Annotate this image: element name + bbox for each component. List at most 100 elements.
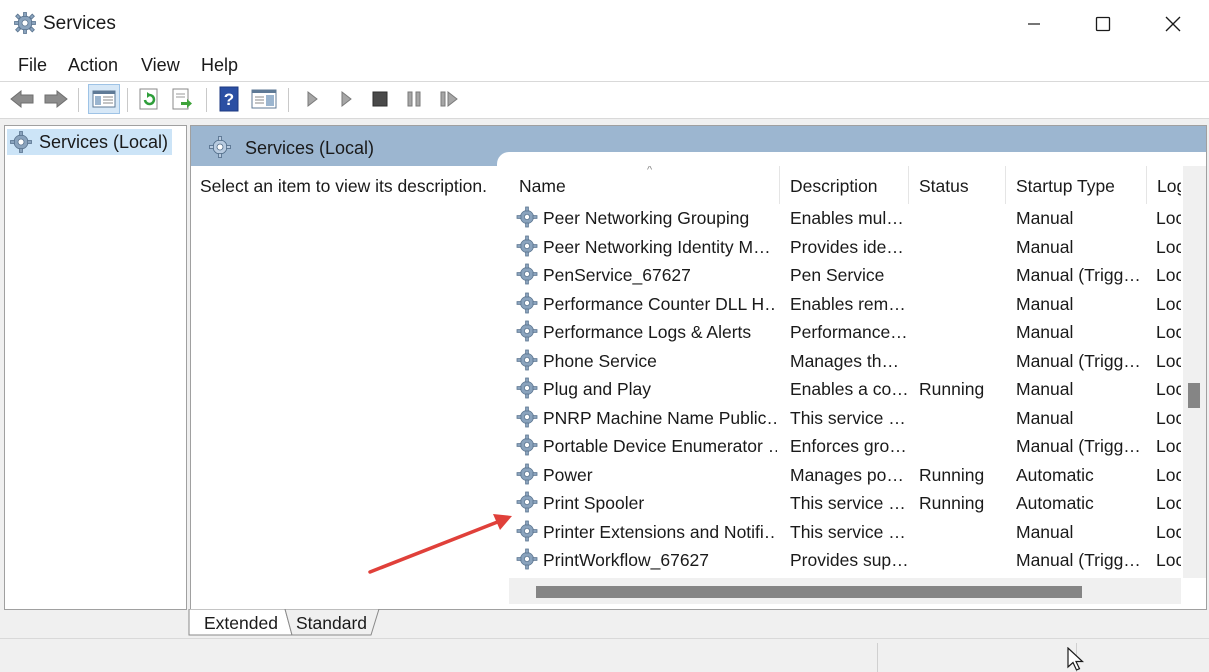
service-description: Pen Service (790, 265, 885, 285)
forward-button[interactable] (42, 85, 70, 113)
menu-file[interactable]: File (18, 55, 47, 76)
vertical-scrollbar[interactable] (1183, 166, 1206, 578)
service-description: Enables rem… (790, 293, 906, 314)
description-panel-text: Select an item to view its description. (200, 176, 487, 196)
table-row[interactable]: Peer Networking Grouping Enables mul… Ma… (509, 203, 1181, 232)
tree-item-services-local[interactable]: Services (Local) (7, 129, 173, 155)
minimize-button[interactable] (999, 0, 1069, 48)
service-name: Power (543, 464, 593, 485)
horizontal-scrollbar-thumb[interactable] (536, 586, 1082, 598)
help-icon: ? (219, 86, 239, 112)
maximize-icon (1095, 16, 1111, 32)
table-row[interactable]: Power Manages po… Running Automatic Loc (509, 460, 1181, 489)
services-gear-icon (10, 131, 32, 153)
properties-icon (251, 89, 277, 109)
service-startup-type: Manual (Trigg… (1016, 350, 1141, 371)
close-icon (1165, 16, 1181, 32)
service-log-on-as: Loc (1156, 350, 1181, 371)
service-startup-type: Manual (1016, 521, 1074, 542)
service-description: This service … (790, 521, 906, 542)
refresh-button[interactable] (135, 85, 163, 113)
service-startup-type: Manual (1016, 407, 1074, 428)
service-description: Provides sup… (790, 550, 909, 570)
show-hide-tree-button[interactable] (88, 84, 120, 114)
services-list: ^ Name Description Status Startup Type L… (509, 166, 1181, 576)
help-button[interactable]: ? (215, 85, 243, 113)
service-log-on-as: Loc (1156, 493, 1181, 513)
forward-arrow-icon (44, 89, 68, 109)
menu-view[interactable]: View (141, 55, 180, 76)
column-header-log-on-as[interactable]: Log (1147, 166, 1181, 204)
pause-service-button[interactable] (400, 85, 428, 113)
resume-service-button[interactable] (435, 85, 463, 113)
service-startup-type: Manual (1016, 379, 1074, 399)
gear-icon (14, 12, 36, 34)
service-gear-icon (516, 377, 538, 399)
pause-service-icon (407, 91, 421, 107)
service-gear-icon (516, 406, 538, 427)
mouse-cursor-icon (1067, 647, 1085, 671)
column-header-description[interactable]: Description (780, 166, 908, 204)
table-row[interactable]: Peer Networking Identity M… Provides ide… (509, 232, 1181, 261)
service-status: Running (919, 493, 985, 513)
service-name: Print Spooler (543, 493, 645, 513)
service-name: PNRP Machine Name Public… (543, 407, 777, 428)
export-list-icon (172, 88, 192, 110)
menu-action[interactable]: Action (68, 55, 118, 76)
service-gear-icon (516, 548, 538, 570)
table-row[interactable]: PrintWorkflow_67627 Provides sup… Manual… (509, 545, 1181, 574)
service-gear-icon (516, 206, 538, 228)
table-row[interactable]: Plug and Play Enables a co… Running Manu… (509, 374, 1181, 403)
table-row[interactable]: PenService_67627 Pen Service Manual (Tri… (509, 260, 1181, 289)
tree-item-label: Services (Local) (39, 131, 169, 152)
service-gear-icon (516, 235, 538, 256)
maximize-button[interactable] (1068, 0, 1138, 48)
service-startup-type: Manual (Trigg… (1016, 265, 1141, 285)
column-header-status[interactable]: Status (909, 166, 1005, 204)
start-service-alt-icon (341, 90, 352, 108)
menu-file-label: File (18, 55, 48, 75)
list-panel-notch (497, 152, 1206, 166)
service-description: Provides ide… (790, 236, 904, 257)
service-gear-icon (516, 320, 538, 342)
vertical-scrollbar-thumb[interactable] (1188, 383, 1200, 408)
service-gear-icon (516, 434, 538, 456)
export-list-button[interactable] (168, 85, 196, 113)
table-row[interactable]: Printer Extensions and Notifi… This serv… (509, 517, 1181, 546)
table-row[interactable]: Portable Device Enumerator … Enforces gr… (509, 431, 1181, 460)
table-row[interactable]: Performance Logs & Alerts Performance… M… (509, 317, 1181, 346)
service-name: Peer Networking Identity M… (543, 236, 771, 257)
service-status: Running (919, 379, 985, 399)
service-name: Phone Service (543, 350, 657, 371)
service-startup-type: Manual (1016, 293, 1074, 314)
service-name: PenService_67627 (543, 265, 691, 285)
back-arrow-icon (10, 89, 34, 109)
service-gear-icon (516, 520, 538, 541)
column-header-description-label: Description (790, 176, 878, 196)
column-header-startup-type-label: Startup Type (1016, 176, 1115, 196)
column-header-name[interactable]: ^ Name (509, 166, 779, 204)
properties-button[interactable] (250, 85, 278, 113)
table-row[interactable]: Performance Counter DLL H… Enables rem… … (509, 289, 1181, 318)
title-bar[interactable]: Services (0, 0, 1209, 48)
start-service-alt-button[interactable] (332, 85, 360, 113)
menu-help[interactable]: Help (201, 55, 238, 76)
services-main-pane: Services (Local) Select an item to view … (190, 125, 1207, 610)
console-tree-pane: Services (Local) (4, 125, 187, 610)
service-name: Peer Networking Grouping (543, 208, 750, 228)
service-startup-type: Manual (Trigg… (1016, 436, 1141, 456)
table-row[interactable]: PNRP Machine Name Public… This service …… (509, 403, 1181, 432)
horizontal-scrollbar[interactable] (509, 578, 1181, 604)
service-log-on-as: Loc (1156, 236, 1181, 257)
start-service-button[interactable] (298, 85, 326, 113)
stop-service-button[interactable] (366, 85, 394, 113)
close-button[interactable] (1138, 0, 1208, 48)
table-row[interactable]: Print Spooler This service … Running Aut… (509, 488, 1181, 517)
column-header-startup-type[interactable]: Startup Type (1006, 166, 1146, 204)
service-gear-icon (516, 463, 538, 484)
service-name: Performance Logs & Alerts (543, 322, 752, 342)
column-header-status-label: Status (919, 176, 969, 196)
service-description: Enables mul… (790, 208, 904, 228)
table-row[interactable]: Phone Service Manages th… Manual (Trigg…… (509, 346, 1181, 375)
back-button[interactable] (8, 85, 36, 113)
